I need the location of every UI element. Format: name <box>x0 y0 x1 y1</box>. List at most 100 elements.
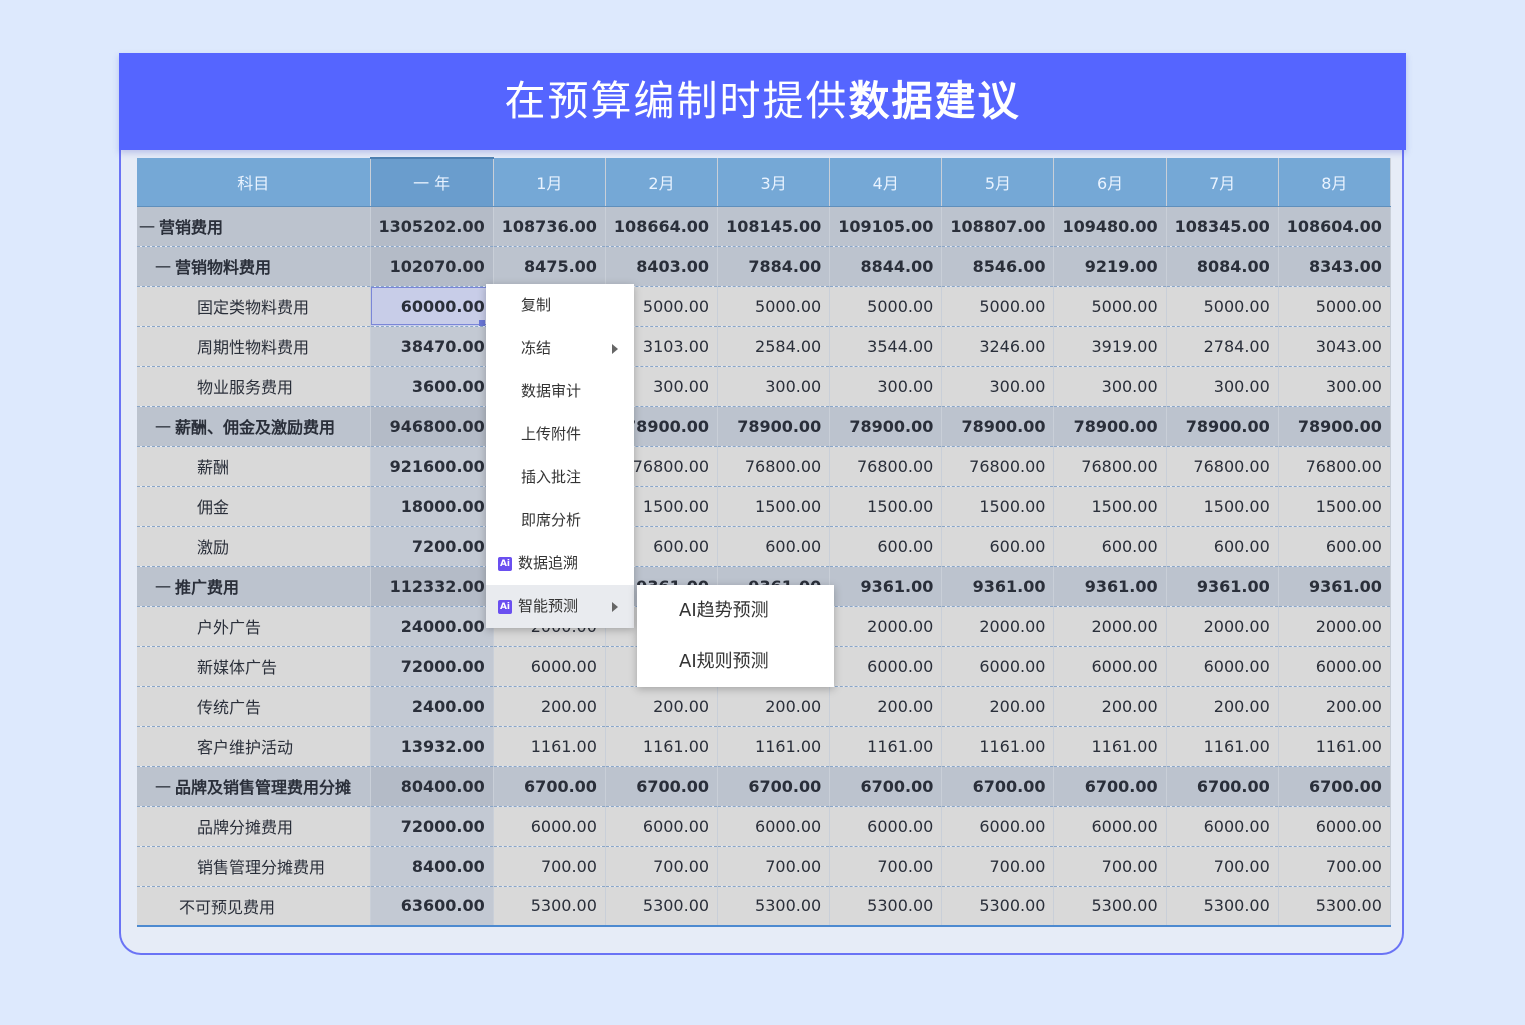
month-value-cell[interactable]: 5300.00 <box>941 886 1055 927</box>
year-total-cell[interactable]: 13932.00 <box>370 726 494 767</box>
month-value-cell[interactable]: 6000.00 <box>1166 646 1279 687</box>
column-header-month[interactable]: 2月 <box>605 158 719 207</box>
month-value-cell[interactable]: 700.00 <box>717 846 831 887</box>
month-value-cell[interactable]: 9219.00 <box>1053 246 1167 287</box>
collapse-toggle-icon[interactable]: 一 <box>139 214 159 238</box>
year-total-cell[interactable]: 60000.00 <box>370 286 494 327</box>
year-total-cell[interactable]: 18000.00 <box>370 486 494 527</box>
month-value-cell[interactable]: 2000.00 <box>941 606 1055 647</box>
month-value-cell[interactable]: 5000.00 <box>829 286 943 327</box>
month-value-cell[interactable]: 3246.00 <box>941 326 1055 367</box>
month-value-cell[interactable]: 600.00 <box>941 526 1055 567</box>
row-subject-cell[interactable]: 一推广费用 <box>137 566 371 607</box>
month-value-cell[interactable]: 1500.00 <box>1278 486 1391 527</box>
row-subject-cell[interactable]: 新媒体广告 <box>137 646 371 687</box>
year-total-cell[interactable]: 80400.00 <box>370 766 494 807</box>
month-value-cell[interactable]: 78900.00 <box>1278 406 1391 447</box>
column-header-month[interactable]: 8月 <box>1278 158 1391 207</box>
row-subject-cell[interactable]: 激励 <box>137 526 371 567</box>
month-value-cell[interactable]: 8084.00 <box>1166 246 1279 287</box>
context-menu-item[interactable]: Ai 数据追溯 <box>486 542 634 585</box>
month-value-cell[interactable]: 6700.00 <box>1166 766 1279 807</box>
month-value-cell[interactable]: 78900.00 <box>1053 406 1167 447</box>
month-value-cell[interactable]: 300.00 <box>1278 366 1391 407</box>
month-value-cell[interactable]: 9361.00 <box>829 566 943 607</box>
month-value-cell[interactable]: 76800.00 <box>717 446 831 487</box>
month-value-cell[interactable]: 1500.00 <box>1166 486 1279 527</box>
month-value-cell[interactable]: 200.00 <box>717 686 831 727</box>
month-value-cell[interactable]: 1161.00 <box>717 726 831 767</box>
context-menu-item[interactable]: 上传附件 <box>486 413 634 456</box>
column-header-year[interactable]: 一 年 <box>370 157 494 207</box>
column-header-month[interactable]: 1月 <box>493 158 606 207</box>
context-menu-item[interactable]: 即席分析 <box>486 499 634 542</box>
month-value-cell[interactable]: 108345.00 <box>1166 206 1279 247</box>
month-value-cell[interactable]: 6700.00 <box>717 766 831 807</box>
month-value-cell[interactable]: 6700.00 <box>941 766 1055 807</box>
month-value-cell[interactable]: 2784.00 <box>1166 326 1279 367</box>
month-value-cell[interactable]: 300.00 <box>829 366 943 407</box>
month-value-cell[interactable]: 300.00 <box>717 366 831 407</box>
column-header-month[interactable]: 6月 <box>1053 158 1167 207</box>
month-value-cell[interactable]: 108604.00 <box>1278 206 1391 247</box>
column-header-month[interactable]: 5月 <box>941 158 1055 207</box>
month-value-cell[interactable]: 5300.00 <box>717 886 831 927</box>
month-value-cell[interactable]: 6000.00 <box>1053 646 1167 687</box>
row-subject-cell[interactable]: 物业服务费用 <box>137 366 371 407</box>
month-value-cell[interactable]: 1161.00 <box>941 726 1055 767</box>
month-value-cell[interactable]: 6000.00 <box>717 806 831 847</box>
month-value-cell[interactable]: 6000.00 <box>493 646 606 687</box>
month-value-cell[interactable]: 6700.00 <box>829 766 943 807</box>
month-value-cell[interactable]: 9361.00 <box>1166 566 1279 607</box>
month-value-cell[interactable]: 76800.00 <box>1166 446 1279 487</box>
collapse-toggle-icon[interactable]: 一 <box>155 414 175 438</box>
row-subject-cell[interactable]: 周期性物料费用 <box>137 326 371 367</box>
month-value-cell[interactable]: 108736.00 <box>493 206 606 247</box>
year-total-cell[interactable]: 921600.00 <box>370 446 494 487</box>
month-value-cell[interactable]: 600.00 <box>1278 526 1391 567</box>
month-value-cell[interactable]: 600.00 <box>1053 526 1167 567</box>
year-total-cell[interactable]: 24000.00 <box>370 606 494 647</box>
month-value-cell[interactable]: 1161.00 <box>1166 726 1279 767</box>
month-value-cell[interactable]: 700.00 <box>605 846 719 887</box>
year-total-cell[interactable]: 63600.00 <box>370 886 494 927</box>
month-value-cell[interactable]: 1500.00 <box>1053 486 1167 527</box>
year-total-cell[interactable]: 112332.00 <box>370 566 494 607</box>
month-value-cell[interactable]: 2000.00 <box>1166 606 1279 647</box>
submenu-item[interactable]: AI趋势预测 <box>637 585 834 636</box>
month-value-cell[interactable]: 6000.00 <box>1053 806 1167 847</box>
row-subject-cell[interactable]: 销售管理分摊费用 <box>137 846 371 887</box>
month-value-cell[interactable]: 8844.00 <box>829 246 943 287</box>
month-value-cell[interactable]: 600.00 <box>717 526 831 567</box>
month-value-cell[interactable]: 1500.00 <box>941 486 1055 527</box>
month-value-cell[interactable]: 2000.00 <box>829 606 943 647</box>
row-subject-cell[interactable]: 一品牌及销售管理费用分摊 <box>137 766 371 807</box>
row-subject-cell[interactable]: 传统广告 <box>137 686 371 727</box>
month-value-cell[interactable]: 600.00 <box>1166 526 1279 567</box>
month-value-cell[interactable]: 3919.00 <box>1053 326 1167 367</box>
month-value-cell[interactable]: 5300.00 <box>1278 886 1391 927</box>
month-value-cell[interactable]: 700.00 <box>941 846 1055 887</box>
month-value-cell[interactable]: 78900.00 <box>717 406 831 447</box>
month-value-cell[interactable]: 8546.00 <box>941 246 1055 287</box>
year-total-cell[interactable]: 38470.00 <box>370 326 494 367</box>
month-value-cell[interactable]: 6700.00 <box>1278 766 1391 807</box>
month-value-cell[interactable]: 200.00 <box>493 686 606 727</box>
column-header-month[interactable]: 4月 <box>829 158 943 207</box>
month-value-cell[interactable]: 300.00 <box>1053 366 1167 407</box>
month-value-cell[interactable]: 1161.00 <box>1278 726 1391 767</box>
row-subject-cell[interactable]: 薪酬 <box>137 446 371 487</box>
month-value-cell[interactable]: 6000.00 <box>605 806 719 847</box>
month-value-cell[interactable]: 1161.00 <box>1053 726 1167 767</box>
month-value-cell[interactable]: 5300.00 <box>605 886 719 927</box>
month-value-cell[interactable]: 6700.00 <box>493 766 606 807</box>
month-value-cell[interactable]: 78900.00 <box>1166 406 1279 447</box>
month-value-cell[interactable]: 9361.00 <box>1053 566 1167 607</box>
month-value-cell[interactable]: 700.00 <box>493 846 606 887</box>
month-value-cell[interactable]: 5000.00 <box>1278 286 1391 327</box>
year-total-cell[interactable]: 8400.00 <box>370 846 494 887</box>
column-header-subject[interactable]: 科目 <box>137 158 371 207</box>
month-value-cell[interactable]: 3043.00 <box>1278 326 1391 367</box>
month-value-cell[interactable]: 6000.00 <box>1278 646 1391 687</box>
month-value-cell[interactable]: 6000.00 <box>1166 806 1279 847</box>
